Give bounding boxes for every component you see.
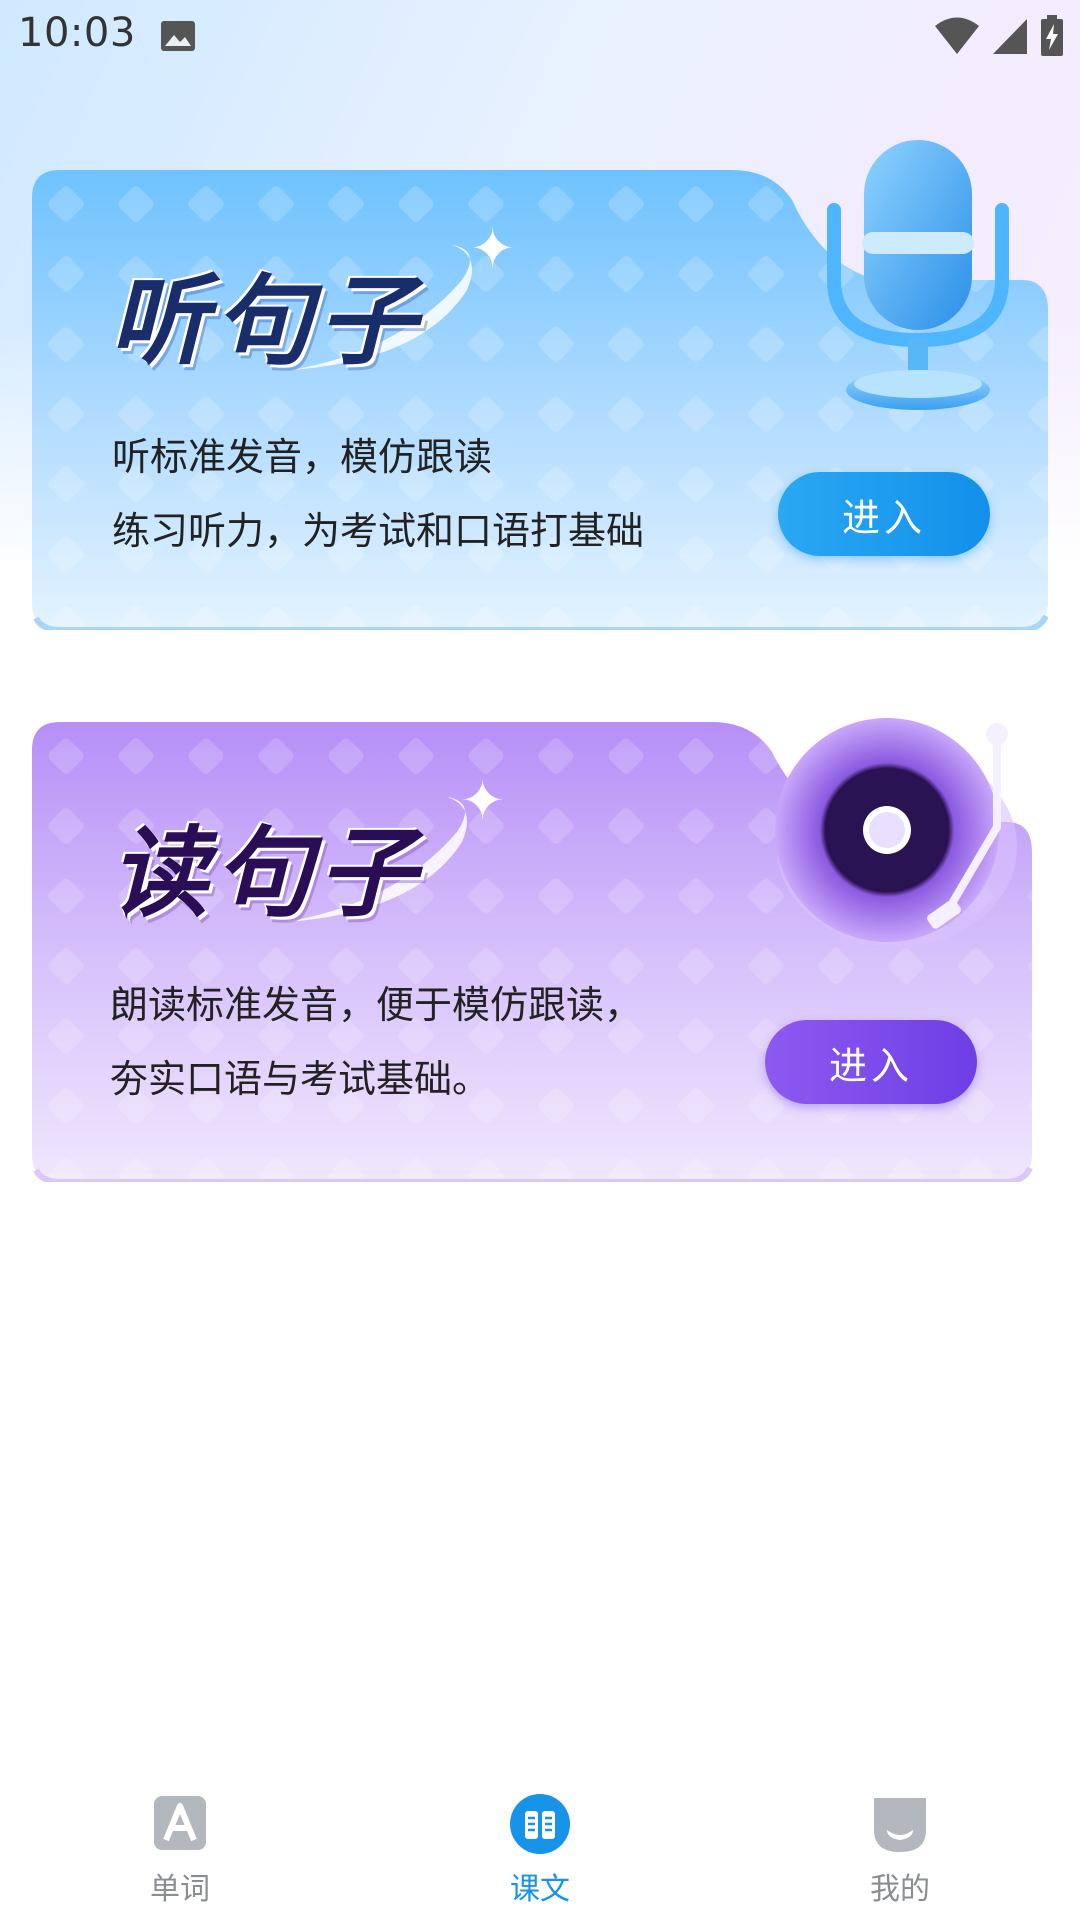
image-icon <box>161 21 195 51</box>
description-line: 听标准发音，模仿跟读 <box>112 435 493 479</box>
card-title: 读句子 <box>110 817 423 931</box>
nav-label: 单词 <box>150 1872 210 1907</box>
vinyl-record-icon <box>775 718 1017 947</box>
status-bar: 10:03 <box>0 0 1080 72</box>
description-line: 朗读标准发音，便于模仿跟读， <box>110 983 643 1027</box>
description-line: 夯实口语与考试基础。 <box>110 1057 491 1101</box>
microphone-icon <box>827 140 1009 410</box>
enter-button[interactable]: 进入 <box>765 1020 977 1104</box>
status-icons <box>934 14 1064 58</box>
signal-icon <box>993 19 1027 54</box>
profile-icon <box>874 1798 926 1852</box>
sparkle-icon: ✦ <box>470 217 516 280</box>
book-open-icon <box>510 1794 570 1854</box>
listen-sentences-card[interactable]: ✦ 听句子 听标准发音，模仿跟读 练习听力，为考试和口语打基础 进入 <box>32 140 1048 630</box>
sparkle-icon: ✦ <box>460 769 506 832</box>
nav-item-profile[interactable]: 我的 <box>800 1794 1000 1908</box>
nav-item-texts[interactable]: 课文 <box>440 1794 640 1908</box>
read-sentences-card[interactable]: ✦ 读句子 朗读标准发音，便于模仿跟读， 夯实口语与考试基础。 进入 <box>32 718 1048 1182</box>
card-description: 朗读标准发音，便于模仿跟读， 夯实口语与考试基础。 <box>110 968 642 1116</box>
card-description: 听标准发音，模仿跟读 练习听力，为考试和口语打基础 <box>112 420 644 568</box>
nav-label: 课文 <box>510 1872 570 1907</box>
nav-label: 我的 <box>870 1872 930 1907</box>
battery-charging-icon <box>1041 15 1063 56</box>
word-a-icon <box>154 1796 206 1850</box>
enter-button[interactable]: 进入 <box>778 472 990 556</box>
card-title: 听句子 <box>110 265 423 379</box>
wifi-icon <box>935 17 979 54</box>
bottom-navigation: 单词 课文 我的 <box>0 1770 1080 1920</box>
description-line: 练习听力，为考试和口语打基础 <box>112 509 645 553</box>
nav-item-words[interactable]: 单词 <box>80 1794 280 1908</box>
status-time: 10:03 <box>18 10 136 56</box>
